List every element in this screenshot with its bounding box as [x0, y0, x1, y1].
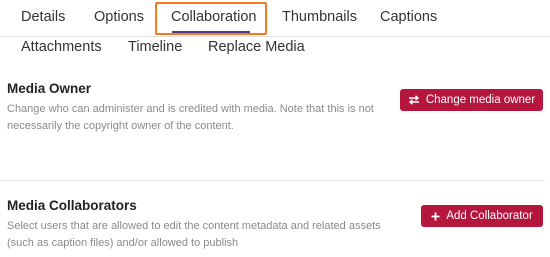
tab-bar: Details Options Collaboration Thumbnails…: [0, 0, 550, 37]
tab-attachments[interactable]: Attachments: [21, 39, 102, 55]
tab-details[interactable]: Details: [21, 9, 65, 25]
collaboration-page: Details Options Collaboration Thumbnails…: [0, 0, 550, 257]
swap-arrows-icon: [408, 95, 420, 105]
media-owner-title: Media Owner: [7, 81, 92, 96]
media-owner-description: Change who can administer and is credite…: [7, 103, 374, 132]
tab-options[interactable]: Options: [94, 9, 144, 25]
section-divider: [0, 180, 545, 181]
add-collaborator-button[interactable]: Add Collaborator: [421, 205, 543, 227]
tab-thumbnails[interactable]: Thumbnails: [282, 9, 357, 25]
tab-bar-row-2: Attachments Timeline Replace Media: [0, 36, 550, 62]
change-media-owner-label: Change media owner: [425, 94, 536, 106]
add-collaborator-label: Add Collaborator: [446, 210, 533, 222]
media-collaborators-title: Media Collaborators: [7, 198, 137, 213]
media-collaborators-description: Select users that are allowed to edit th…: [7, 220, 381, 249]
tab-captions[interactable]: Captions: [380, 9, 437, 25]
tab-timeline[interactable]: Timeline: [128, 39, 182, 55]
tab-replace-media[interactable]: Replace Media: [208, 39, 305, 55]
active-tab-highlight: [155, 2, 267, 35]
change-media-owner-button[interactable]: Change media owner: [400, 89, 543, 111]
plus-icon: [431, 212, 440, 221]
